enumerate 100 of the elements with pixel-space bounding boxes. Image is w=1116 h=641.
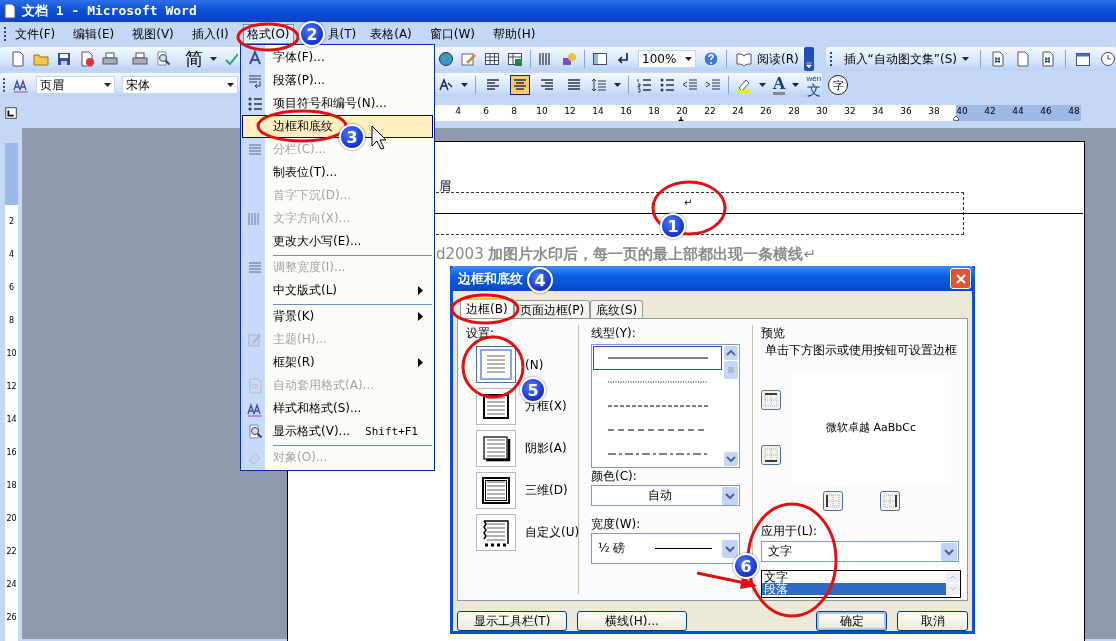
- print-preview-icon[interactable]: [155, 51, 171, 67]
- menu-item[interactable]: 段落(P)...: [242, 69, 433, 92]
- caret-icon[interactable]: [759, 83, 766, 87]
- menu-item[interactable]: 字体(F)...: [242, 46, 433, 69]
- shapes-icon[interactable]: [561, 51, 577, 67]
- menu-item[interactable]: 视图(V): [128, 24, 178, 44]
- phonetic-guide-button[interactable]: wén 文: [806, 73, 822, 97]
- menu-item[interactable]: 项目符号和编号(N)...: [242, 92, 433, 115]
- close-button[interactable]: [950, 268, 971, 289]
- menu-item[interactable]: 样式和格式(S)...: [242, 397, 433, 420]
- border-button[interactable]: [823, 491, 843, 511]
- style-field[interactable]: 页眉: [35, 76, 116, 94]
- caret-icon[interactable]: [614, 83, 621, 87]
- clock-icon[interactable]: [1100, 51, 1116, 67]
- width-field[interactable]: ½ 磅: [591, 533, 740, 564]
- apply-to-list[interactable]: 文字 段落: [761, 570, 961, 598]
- insert-autotext-button[interactable]: 插入“自动图文集”(S): [841, 50, 971, 68]
- page-number-format-icon[interactable]: [1040, 51, 1056, 67]
- page-number-icon[interactable]: [990, 51, 1006, 67]
- increase-indent-icon[interactable]: [705, 77, 721, 93]
- caret-icon[interactable]: [210, 57, 217, 61]
- simplified-chinese-button[interactable]: 简: [185, 49, 203, 69]
- caret-icon[interactable]: [227, 83, 234, 87]
- page-count-icon[interactable]: [1015, 51, 1031, 67]
- caret-icon[interactable]: [792, 83, 800, 87]
- setting-option-button[interactable]: [476, 388, 516, 425]
- tab[interactable]: 页面边框(P): [513, 300, 591, 318]
- menu-item[interactable]: 文件(F): [11, 24, 60, 44]
- close-icon[interactable]: [955, 273, 966, 284]
- scroll-down-icon[interactable]: [724, 452, 738, 466]
- table-icon[interactable]: [484, 51, 500, 67]
- tab-stop-icon[interactable]: [4, 106, 18, 120]
- menu-item[interactable]: 表格(A): [366, 24, 416, 44]
- enclosed-character-button[interactable]: 字: [828, 75, 849, 95]
- tab[interactable]: 边框(B): [460, 298, 514, 318]
- highlighter-icon[interactable]: [736, 77, 752, 93]
- line-style-option[interactable]: [593, 346, 722, 370]
- scroll-up-icon[interactable]: [724, 346, 738, 360]
- dialog-button[interactable]: 显示工具栏(T): [457, 611, 567, 631]
- tab[interactable]: 底纹(S): [590, 300, 644, 318]
- help-icon[interactable]: [703, 51, 719, 67]
- menu-item[interactable]: 插入(I): [187, 24, 233, 44]
- spelling-icon[interactable]: [224, 51, 238, 67]
- read-button[interactable]: 阅读(R): [734, 50, 801, 68]
- setting-option-button[interactable]: [476, 472, 516, 509]
- border-button[interactable]: [761, 389, 781, 410]
- caret-icon[interactable]: [461, 83, 468, 87]
- grip-icon[interactable]: [4, 25, 7, 43]
- document-map-icon[interactable]: [592, 51, 608, 67]
- tab-marker-icon[interactable]: [676, 116, 686, 121]
- list-option[interactable]: 段落: [762, 583, 946, 595]
- scrollbar[interactable]: [723, 345, 739, 467]
- menu-item[interactable]: 更改大小写(E)...: [242, 230, 433, 253]
- numbered-list-icon[interactable]: [636, 77, 652, 93]
- bulleted-list-icon[interactable]: [659, 77, 675, 93]
- menu-item[interactable]: 具(T): [323, 24, 361, 44]
- color-field[interactable]: 自动: [591, 485, 740, 506]
- decrease-indent-icon[interactable]: [682, 77, 698, 93]
- menu-item[interactable]: 窗口(W): [425, 24, 480, 44]
- menu-item[interactable]: 框架(R): [242, 351, 433, 374]
- font-color-button[interactable]: A: [773, 75, 786, 95]
- change-case-icon[interactable]: [438, 77, 454, 93]
- caret-icon[interactable]: [962, 57, 969, 61]
- zoom-field[interactable]: 100%: [638, 50, 696, 68]
- globe-icon[interactable]: [438, 51, 454, 67]
- toolbar-options-icon[interactable]: [803, 47, 814, 71]
- draw-table-icon[interactable]: [461, 51, 477, 67]
- menu-item[interactable]: 编辑(E): [69, 24, 119, 44]
- menu-item[interactable]: 显示格式(V)... Shift+F1: [242, 420, 433, 443]
- border-button[interactable]: [880, 491, 900, 511]
- grip-icon[interactable]: [829, 50, 833, 68]
- permission-icon[interactable]: [79, 51, 95, 67]
- border-button[interactable]: [761, 445, 781, 466]
- scroll-thumb[interactable]: [724, 361, 738, 379]
- caret-icon[interactable]: [685, 57, 692, 61]
- styles-icon[interactable]: [12, 77, 29, 93]
- font-field[interactable]: 宋体: [122, 76, 238, 94]
- book-icon[interactable]: [736, 51, 752, 67]
- caret-icon[interactable]: [104, 83, 112, 87]
- save-icon[interactable]: [56, 51, 72, 67]
- new-document-icon[interactable]: [10, 51, 26, 67]
- printer-icon[interactable]: [132, 51, 148, 67]
- menu-item[interactable]: 中文版式(L): [242, 279, 433, 302]
- apply-to-field[interactable]: 文字: [761, 541, 959, 562]
- printer-icon[interactable]: [102, 51, 118, 67]
- line-style-list[interactable]: [591, 344, 740, 468]
- folder-icon[interactable]: [33, 51, 49, 67]
- menu-item[interactable]: 制表位(T)...: [242, 161, 433, 184]
- calendar-icon[interactable]: [1075, 51, 1091, 67]
- spreadsheet-icon[interactable]: [507, 51, 523, 67]
- dialog-button[interactable]: 取消: [897, 611, 968, 631]
- menu-item[interactable]: 帮助(H): [489, 24, 540, 44]
- line-spacing-icon[interactable]: [591, 77, 607, 93]
- setting-option-button[interactable]: [476, 514, 516, 551]
- indent-marker-icon[interactable]: [951, 116, 961, 121]
- dialog-button[interactable]: 确定: [816, 611, 887, 631]
- list-option[interactable]: 文字: [762, 571, 946, 583]
- dialog-button[interactable]: 横线(H)...: [577, 611, 687, 631]
- setting-option-button[interactable]: [476, 430, 516, 467]
- grip-icon[interactable]: [3, 76, 6, 94]
